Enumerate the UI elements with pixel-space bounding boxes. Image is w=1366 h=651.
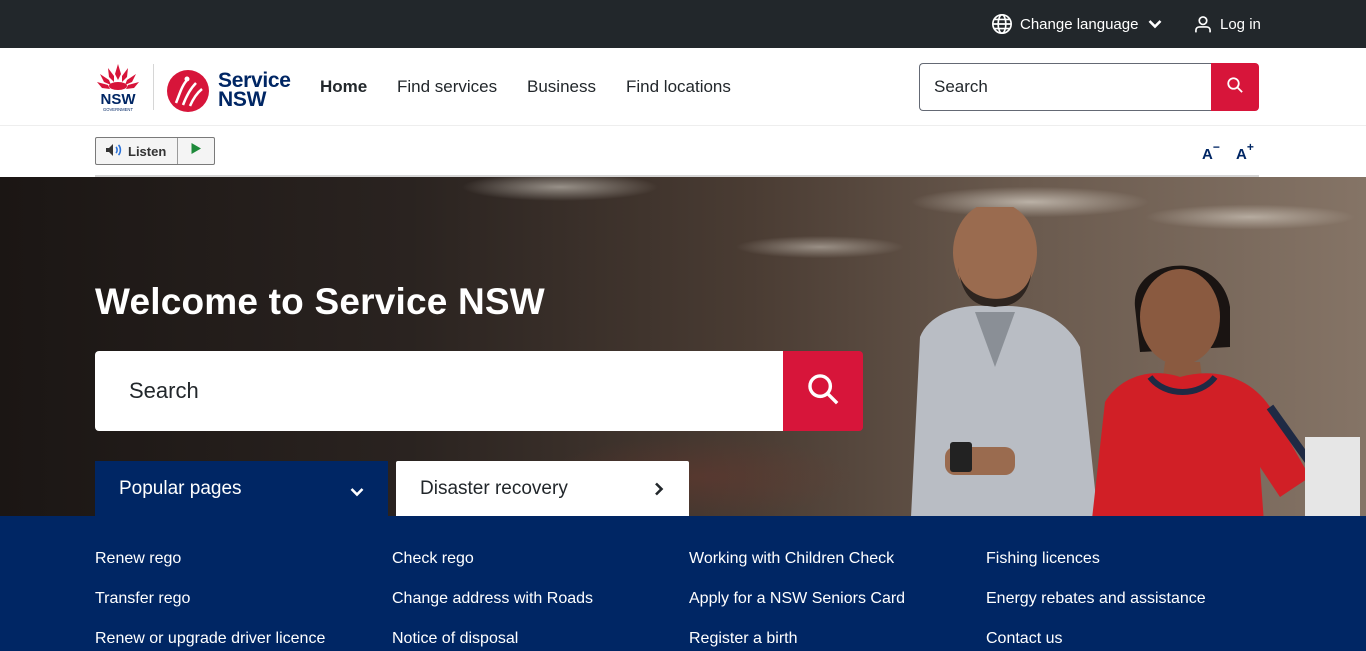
change-language-label: Change language — [1020, 15, 1139, 33]
nav-home[interactable]: Home — [320, 48, 367, 126]
decrease-text-sign: − — [1212, 140, 1220, 154]
service-nsw-logo[interactable]: Service NSW — [166, 69, 291, 113]
hero-photo-woman — [1092, 265, 1360, 516]
popular-link[interactable]: Energy rebates and assistance — [986, 590, 1206, 608]
popular-link[interactable]: Working with Children Check — [689, 550, 894, 568]
hero-title: Welcome to Service NSW — [95, 281, 545, 322]
nav-business[interactable]: Business — [527, 48, 596, 126]
service-nsw-wordmark: Service NSW — [218, 70, 291, 111]
decrease-text-size-button[interactable]: A− — [1202, 140, 1220, 163]
tab-disaster-recovery-label: Disaster recovery — [420, 477, 568, 499]
search-icon — [806, 372, 840, 411]
popular-link[interactable]: Transfer rego — [95, 590, 190, 608]
search-icon — [1226, 76, 1244, 99]
hero-banner: Welcome to Service NSW Popular pages Dis… — [0, 177, 1366, 516]
popular-pages-panel: Renew rego Transfer rego Renew or upgrad… — [0, 516, 1366, 651]
hero-search-button[interactable] — [783, 351, 863, 431]
header-search-input[interactable] — [919, 63, 1211, 111]
popular-link[interactable]: Contact us — [986, 630, 1062, 648]
header-search-button[interactable] — [1211, 63, 1259, 111]
logo-government-text: GOVERNMENT — [103, 107, 133, 112]
tab-disaster-recovery[interactable]: Disaster recovery — [396, 461, 689, 516]
accessibility-bar: Listen A− A+ — [0, 127, 1366, 177]
header-search — [919, 63, 1259, 111]
popular-link[interactable]: Notice of disposal — [392, 630, 518, 648]
hero-search — [95, 351, 863, 431]
chevron-right-icon — [654, 480, 664, 502]
chevron-down-icon — [1148, 19, 1162, 29]
increase-text-letter: A — [1236, 146, 1247, 163]
popular-link[interactable]: Renew rego — [95, 550, 181, 568]
popular-link[interactable]: Renew or upgrade driver licence — [95, 630, 325, 648]
increase-text-size-button[interactable]: A+ — [1236, 140, 1254, 163]
utility-bar: Change language Log in — [0, 0, 1366, 48]
site-header: NSW GOVERNMENT Service NSW Home Find ser… — [0, 48, 1366, 126]
popular-link[interactable]: Register a birth — [689, 630, 798, 648]
logo-service-line2: NSW — [218, 88, 267, 111]
popular-link[interactable]: Check rego — [392, 550, 474, 568]
increase-text-sign: + — [1246, 140, 1254, 154]
popular-link[interactable]: Change address with Roads — [392, 590, 593, 608]
globe-icon — [991, 13, 1013, 35]
nsw-government-logo[interactable]: NSW GOVERNMENT — [94, 62, 142, 112]
hero-search-input[interactable] — [95, 351, 783, 431]
popular-link[interactable]: Apply for a NSW Seniors Card — [689, 590, 905, 608]
nav-find-services[interactable]: Find services — [397, 48, 497, 126]
service-nsw-emblem-icon — [167, 70, 209, 112]
tab-popular-pages[interactable]: Popular pages — [95, 461, 388, 516]
logo-nsw-text: NSW — [101, 91, 137, 108]
listen-button[interactable]: Listen — [95, 137, 215, 165]
decrease-text-letter: A — [1202, 146, 1213, 163]
tab-popular-pages-label: Popular pages — [119, 477, 242, 499]
popular-link[interactable]: Fishing licences — [986, 550, 1100, 568]
user-icon — [1193, 14, 1213, 34]
listen-label-area[interactable]: Listen — [96, 138, 178, 164]
logo-divider — [153, 64, 154, 110]
speaker-icon — [105, 143, 123, 160]
log-in-label: Log in — [1220, 15, 1261, 33]
log-in-button[interactable]: Log in — [1193, 0, 1261, 48]
play-icon — [190, 142, 202, 160]
change-language-button[interactable]: Change language — [991, 0, 1162, 48]
listen-play-button[interactable] — [178, 138, 214, 164]
chevron-down-icon — [350, 481, 364, 503]
listen-label: Listen — [128, 143, 167, 159]
nav-find-locations[interactable]: Find locations — [626, 48, 731, 126]
